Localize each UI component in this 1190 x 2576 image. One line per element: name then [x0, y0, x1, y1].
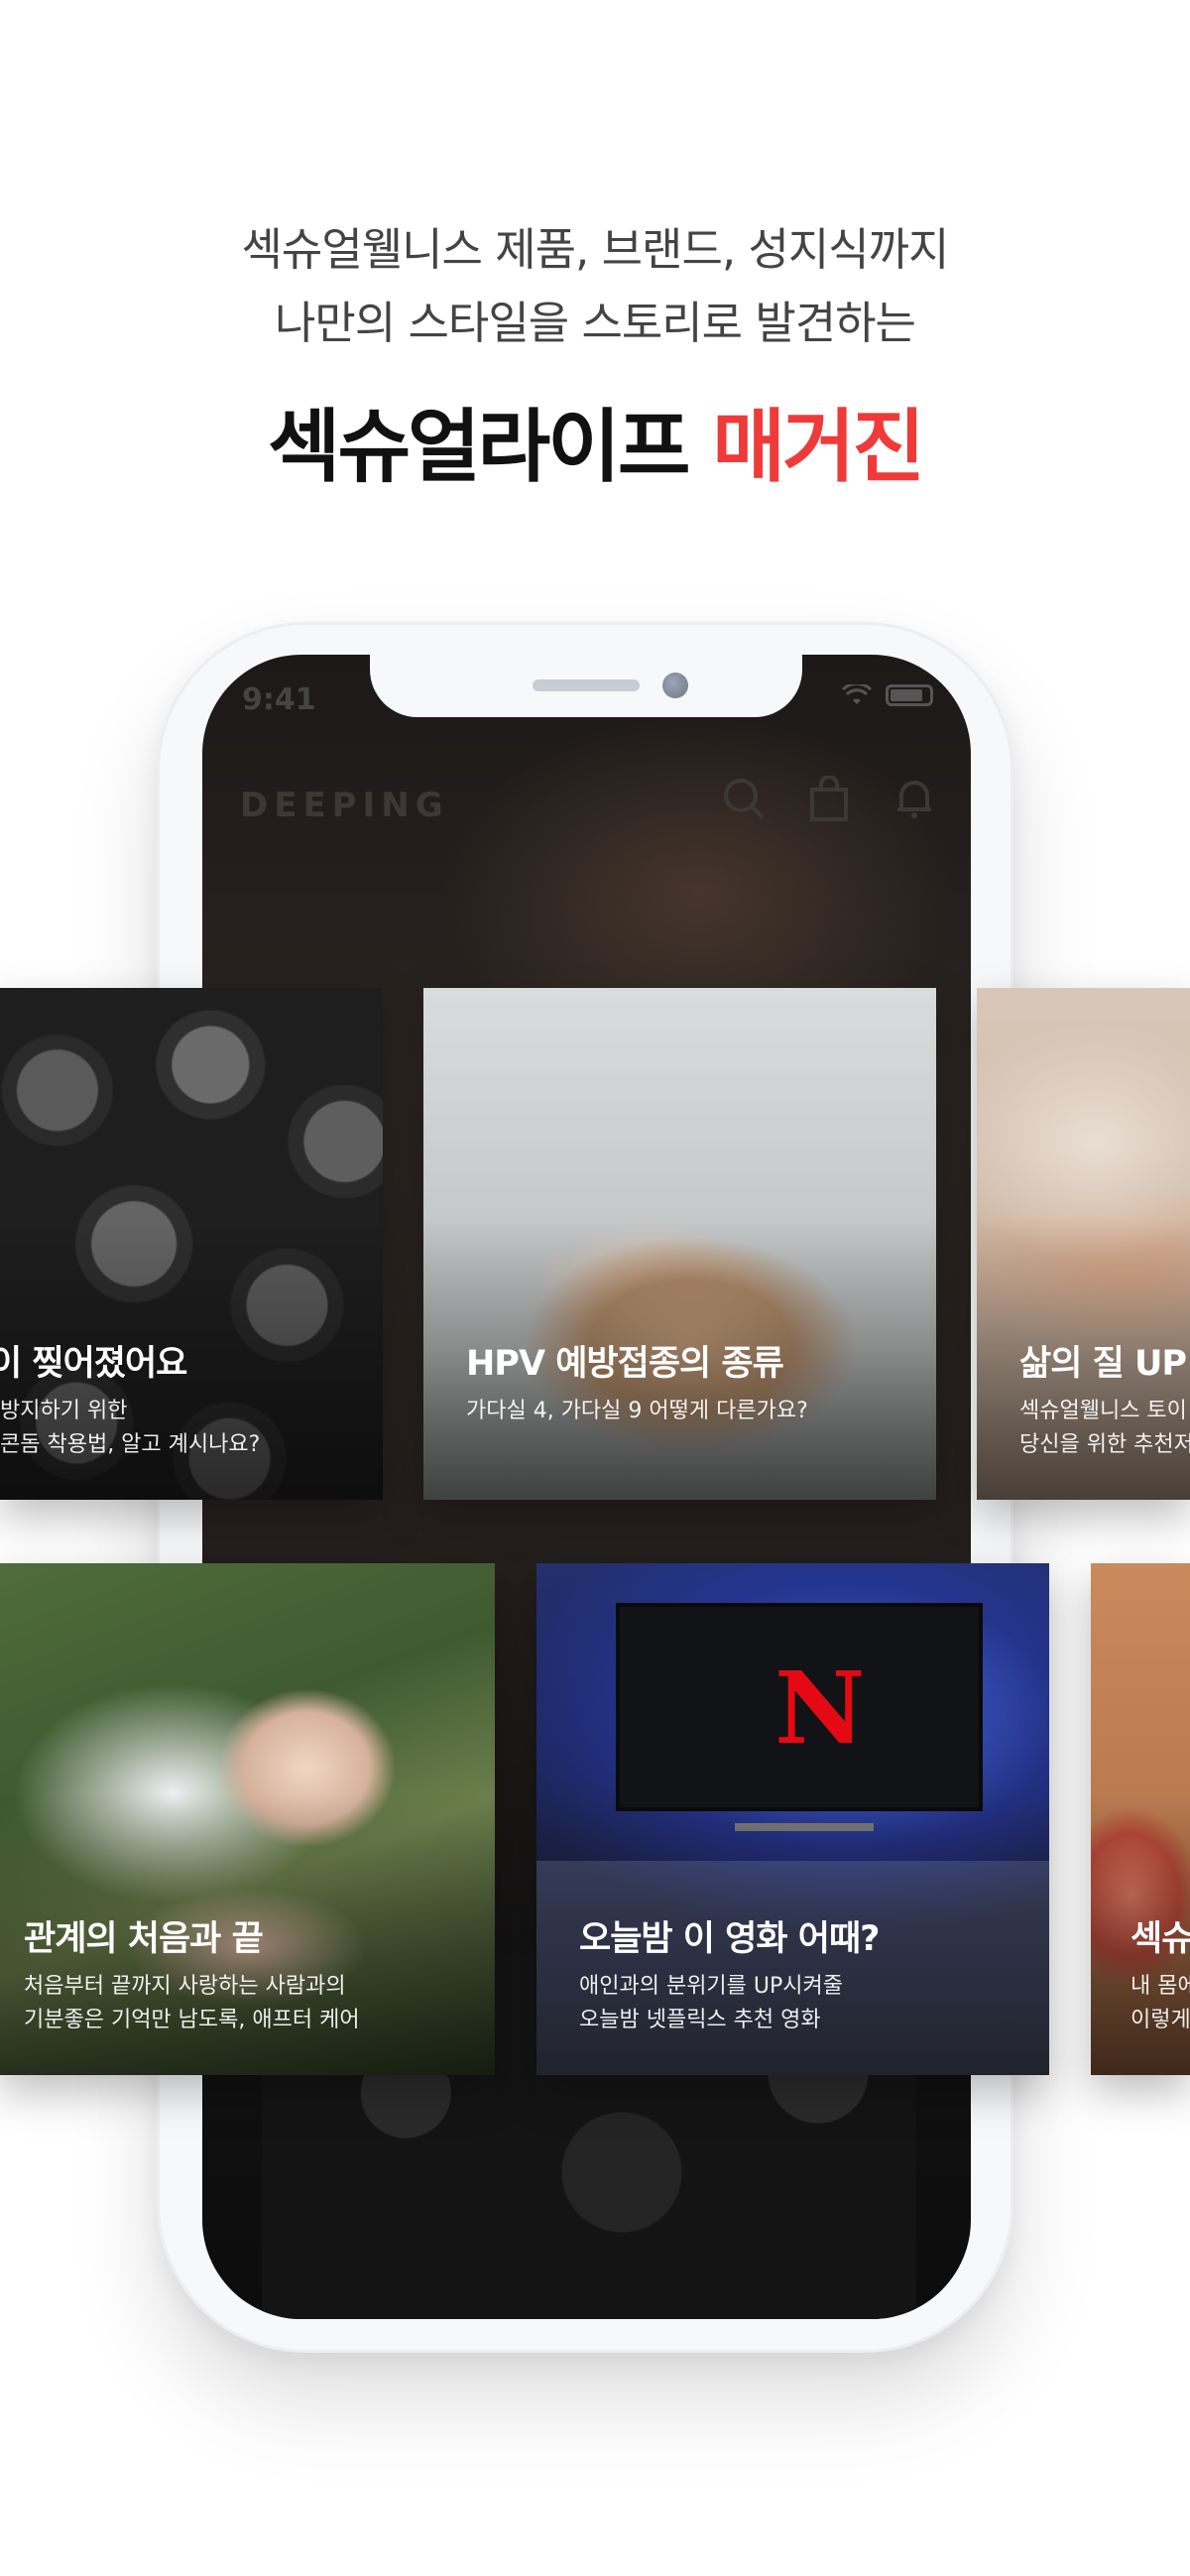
card-desc-line-1: 애인과의 분위기를 UP시켜줄: [579, 1974, 843, 1999]
card-desc-line-1: 내 몸에: [1130, 1974, 1190, 1999]
bell-icon[interactable]: [892, 776, 937, 821]
headline: 섹슈얼웰니스 제품, 브랜드, 성지식까지 나만의 스타일을 스토리로 발견하는…: [0, 213, 1190, 497]
card-title: 섹슈: [1130, 1919, 1190, 1959]
search-icon[interactable]: [721, 776, 767, 821]
headline-line-1: 섹슈얼웰니스 제품, 브랜드, 성지식까지: [241, 223, 950, 276]
card-desc-line-1: 가다실 4, 가다실 9 어떻게 다른가요?: [466, 1399, 808, 1423]
magazine-card-condom[interactable]: 이 찢어졌어요 방지하기 위한 콘돔 착용법, 알고 계시나요?: [0, 988, 383, 1500]
phone-speaker: [533, 679, 640, 691]
card-title: 오늘밤 이 영화 어때?: [579, 1919, 880, 1959]
card-desc-line-1: 처음부터 끝까지 사랑하는 사람과의: [24, 1974, 346, 1999]
battery-icon: [886, 684, 933, 706]
magazine-card-life[interactable]: 삶의 질 UP 섹슈얼웰니스 토이 당신을 위한 추천저: [977, 988, 1190, 1500]
app-logo: DEEPING: [240, 786, 449, 825]
card-title: 삶의 질 UP: [1019, 1344, 1187, 1384]
status-icons: [842, 684, 933, 706]
card-title: 이 찢어졌어요: [0, 1344, 187, 1384]
headline-line-2: 나만의 스타일을 스토리로 발견하는: [275, 297, 916, 349]
card-desc-line-2: 기분좋은 기억만 남도록, 애프터 케어: [24, 2008, 360, 2032]
card-desc-line-1: 섹슈얼웰니스 토이: [1019, 1399, 1187, 1423]
card-desc-line-2: 당신을 위한 추천저: [1019, 1432, 1190, 1457]
app-header-icons: [721, 776, 937, 821]
card-desc-line-2: 오늘밤 넷플릭스 추천 영화: [579, 2008, 821, 2032]
card-title: HPV 예방접종의 종류: [466, 1344, 784, 1384]
phone-camera: [662, 673, 688, 698]
card-title: 관계의 처음과 끝: [24, 1919, 264, 1959]
wifi-icon: [842, 684, 872, 704]
magazine-card-sexual[interactable]: 섹슈 내 몸에 이렇게: [1091, 1563, 1190, 2075]
headline-title: 섹슈얼라이프 매거진: [0, 398, 1190, 497]
card-desc-line-2: 콘돔 착용법, 알고 계시나요?: [0, 1432, 261, 1457]
magazine-card-netflix[interactable]: N 오늘밤 이 영화 어때? 애인과의 분위기를 UP시켜줄 오늘밤 넷플릭스 …: [536, 1563, 1049, 2075]
card-desc-line-1: 방지하기 위한: [0, 1399, 128, 1423]
headline-title-accent: 매거진: [712, 401, 925, 493]
status-time: 9:41: [242, 682, 316, 717]
magazine-card-aftercare[interactable]: 관계의 처음과 끝 처음부터 끝까지 사랑하는 사람과의 기분좋은 기억만 남도…: [0, 1563, 495, 2075]
magazine-card-hpv[interactable]: HPV 예방접종의 종류 가다실 4, 가다실 9 어떻게 다른가요?: [423, 988, 936, 1500]
shopping-bag-icon[interactable]: [806, 776, 852, 821]
headline-title-main: 섹슈얼라이프: [267, 401, 691, 493]
card-desc-line-2: 이렇게: [1130, 2008, 1190, 2032]
